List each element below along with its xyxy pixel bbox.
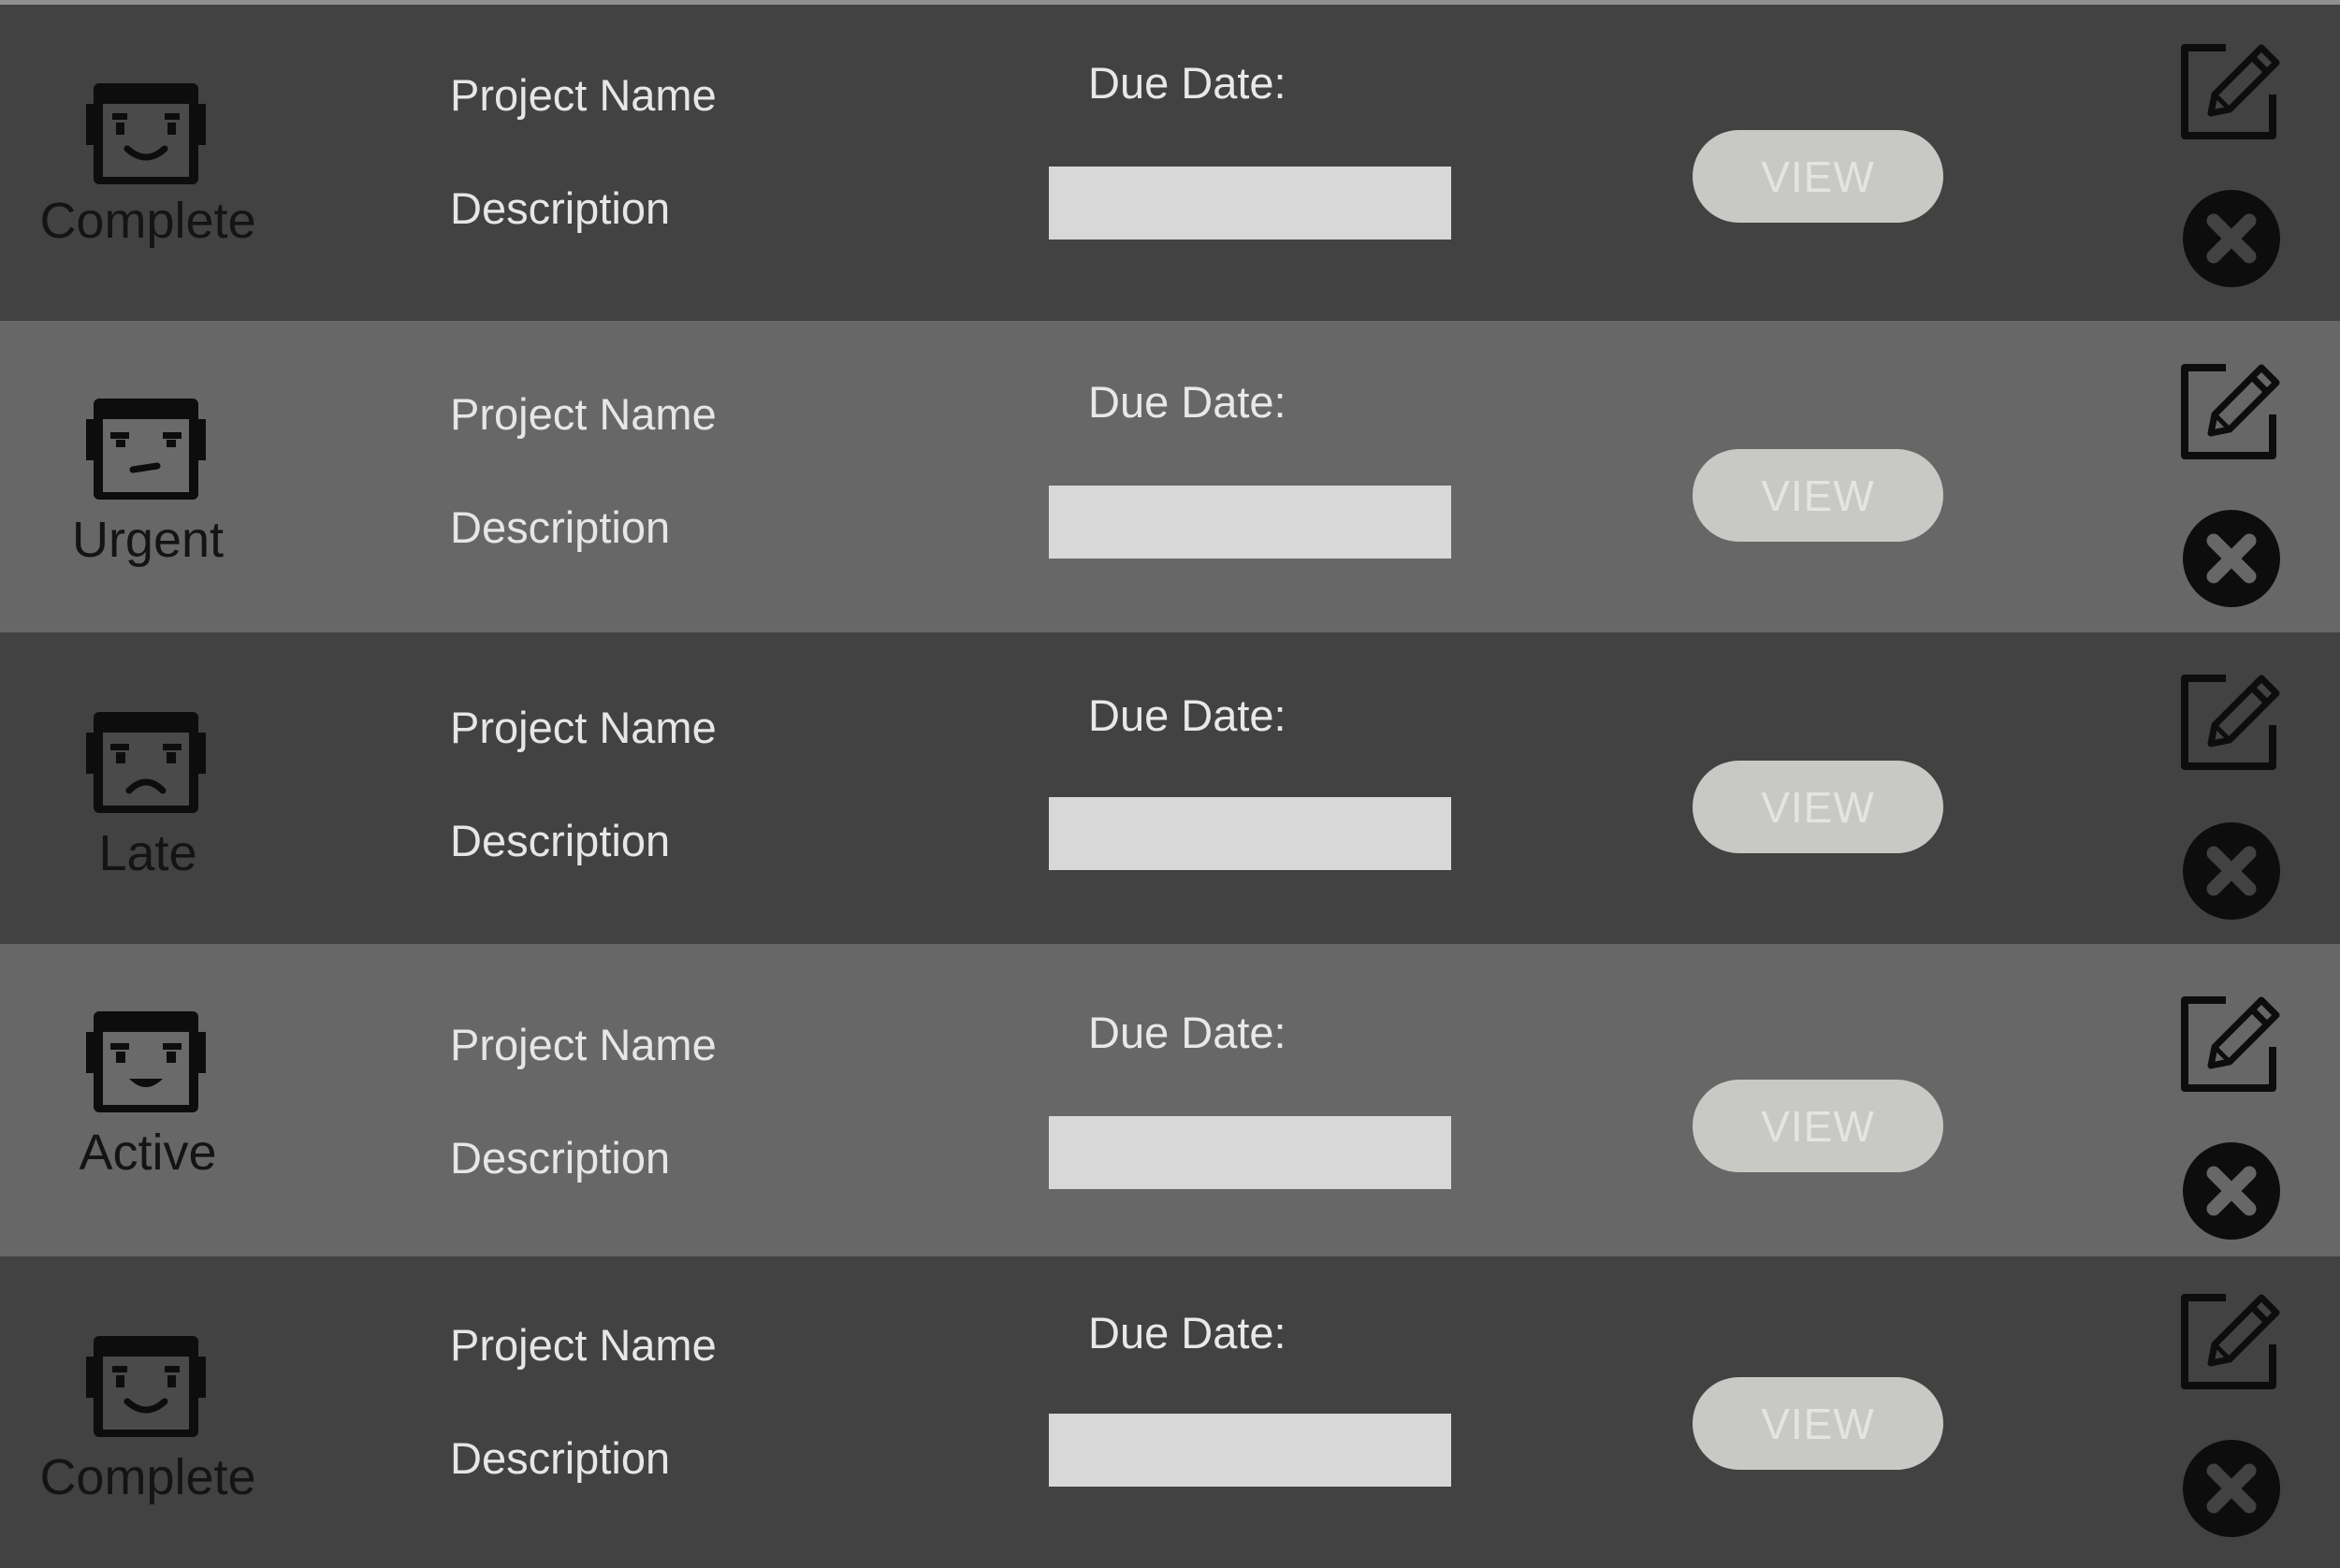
project-description: Description [450,816,671,865]
status-label: Late [98,825,197,881]
due-date-label: Due Date: [1088,690,1286,740]
project-row: Active Project Name Description Due Date… [0,944,2340,1256]
smiling-face-icon [82,1004,210,1116]
edit-icon[interactable] [2175,991,2284,1099]
project-description: Description [450,502,671,552]
edit-icon[interactable] [2175,358,2284,467]
project-description: Description [450,183,671,233]
view-button[interactable]: VIEW [1693,449,1943,542]
edit-icon[interactable] [2175,1288,2284,1397]
delete-icon[interactable] [2181,820,2282,922]
due-date-input[interactable] [1049,1414,1451,1487]
project-list: Complete Project Name Description Due Da… [0,0,2340,1568]
project-name: Project Name [450,1020,717,1069]
delete-icon[interactable] [2181,1140,2282,1241]
status-label: Urgent [71,512,225,568]
project-name: Project Name [450,70,717,120]
due-date-input[interactable] [1049,797,1451,870]
project-description: Description [450,1433,671,1483]
status-label: Active [79,1125,217,1181]
project-row: Late Project Name Description Due Date: … [0,632,2340,944]
view-button[interactable]: VIEW [1693,761,1943,853]
delete-icon[interactable] [2181,1438,2282,1539]
happy-face-icon [82,1328,210,1441]
edit-icon[interactable] [2175,38,2284,147]
due-date-input[interactable] [1049,167,1451,240]
worried-face-icon [82,391,210,503]
due-date-label: Due Date: [1088,377,1286,427]
project-name: Project Name [450,389,717,439]
due-date-label: Due Date: [1088,58,1286,108]
due-date-input[interactable] [1049,1116,1451,1189]
project-row: Complete Project Name Description Due Da… [0,5,2340,321]
sad-face-icon [82,704,210,817]
project-name: Project Name [450,703,717,752]
project-description: Description [450,1133,671,1183]
delete-icon[interactable] [2181,508,2282,609]
view-button[interactable]: VIEW [1693,1377,1943,1470]
project-row: Urgent Project Name Description Due Date… [0,321,2340,632]
happy-face-icon [82,76,210,188]
status-label: Complete [39,1449,256,1505]
view-button[interactable]: VIEW [1693,130,1943,223]
edit-icon[interactable] [2175,669,2284,777]
status-label: Complete [39,193,256,249]
due-date-label: Due Date: [1088,1008,1286,1057]
view-button[interactable]: VIEW [1693,1080,1943,1172]
due-date-input[interactable] [1049,486,1451,559]
delete-icon[interactable] [2181,188,2282,289]
due-date-label: Due Date: [1088,1308,1286,1357]
project-row: Complete Project Name Description Due Da… [0,1256,2340,1568]
project-name: Project Name [450,1320,717,1370]
